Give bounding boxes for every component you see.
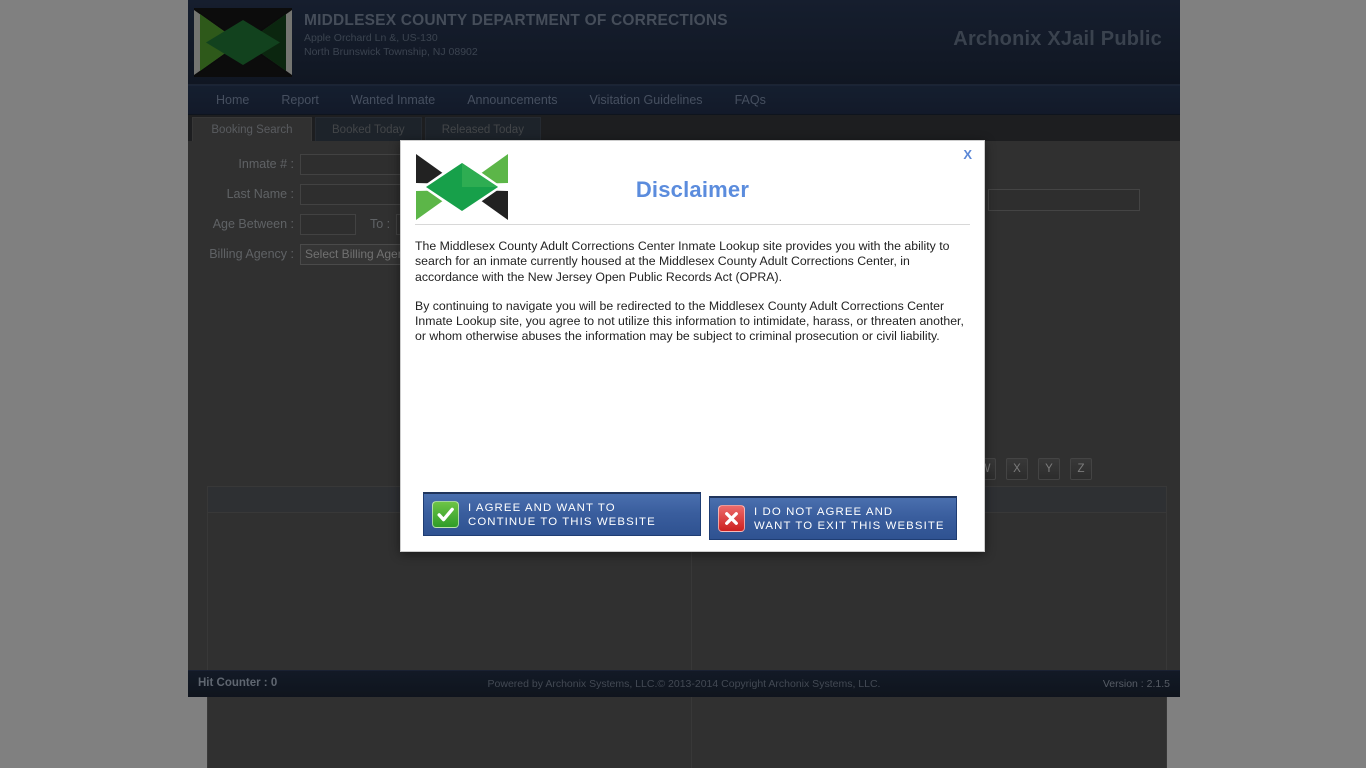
agree-button[interactable]: I AGREE AND WANT TO CONTINUE TO THIS WEB… — [423, 492, 701, 536]
age-between-label: Age Between : — [212, 217, 294, 231]
alpha-button-y[interactable]: Y — [1038, 458, 1060, 480]
version-label: Version : 2.1.5 — [1102, 678, 1170, 690]
site-header: MIDDLESEX COUNTY DEPARTMENT OF CORRECTIO… — [188, 0, 1180, 85]
billing-agency-label: Billing Agency : — [209, 247, 294, 261]
modal-header: Disclaimer — [401, 141, 984, 224]
header-titles: MIDDLESEX COUNTY DEPARTMENT OF CORRECTIO… — [304, 11, 728, 59]
modal-body: The Middlesex County Adult Corrections C… — [401, 225, 984, 345]
brand-title: Archonix XJail Public — [953, 28, 1162, 50]
modal-actions: I AGREE AND WANT TO CONTINUE TO THIS WEB… — [423, 492, 968, 540]
search-tabs: Booking Search Booked Today Released Tod… — [188, 115, 1180, 141]
tab-released-today[interactable]: Released Today — [424, 117, 541, 141]
nav-item-announcements[interactable]: Announcements — [451, 85, 573, 115]
age-to-label: To : — [370, 217, 391, 231]
address-line-2: North Brunswick Township, NJ 08902 — [304, 46, 478, 58]
modal-title: Disclaimer — [635, 177, 750, 202]
copyright-text: Powered by Archonix Systems, LLC.© 2013-… — [487, 678, 881, 690]
disagree-button-line-1: I DO NOT AGREE AND — [754, 505, 894, 518]
agree-button-label: I AGREE AND WANT TO CONTINUE TO THIS WEB… — [468, 501, 656, 529]
organization-title: MIDDLESEX COUNTY DEPARTMENT OF CORRECTIO… — [304, 12, 728, 29]
tab-booking-search[interactable]: Booking Search — [192, 117, 312, 141]
disagree-button[interactable]: I DO NOT AGREE AND WANT TO EXIT THIS WEB… — [709, 496, 957, 540]
disclaimer-paragraph-2: By continuing to navigate you will be re… — [415, 298, 964, 344]
disclaimer-modal: X Disclaimer The Middlesex County Adult … — [400, 140, 985, 552]
nav-item-wanted-inmate[interactable]: Wanted Inmate — [335, 85, 451, 115]
main-navigation: Home Report Wanted Inmate Announcements … — [188, 85, 1180, 115]
inmate-number-label: Inmate # : — [238, 157, 294, 171]
disagree-button-label: I DO NOT AGREE AND WANT TO EXIT THIS WEB… — [754, 505, 945, 533]
nav-item-report[interactable]: Report — [265, 85, 335, 115]
nav-item-visitation-guidelines[interactable]: Visitation Guidelines — [574, 85, 719, 115]
nav-item-home[interactable]: Home — [200, 85, 265, 115]
tab-booked-today[interactable]: Booked Today — [315, 117, 422, 141]
site-footer: Hit Counter : 0 Powered by Archonix Syst… — [188, 670, 1180, 697]
address-line-1: Apple Orchard Ln &, US-130 — [304, 32, 438, 44]
age-from-input[interactable] — [300, 213, 356, 235]
disagree-button-line-2: WANT TO EXIT THIS WEBSITE — [754, 519, 945, 532]
alphabet-filter-right: W X Y Z — [974, 458, 1092, 480]
disclaimer-paragraph-1: The Middlesex County Adult Corrections C… — [415, 239, 950, 284]
middlesex-corrections-logo-icon — [194, 8, 292, 77]
agree-button-line-2: CONTINUE TO THIS WEBSITE — [468, 515, 656, 528]
secondary-search-input[interactable] — [988, 189, 1140, 211]
cross-icon — [718, 505, 745, 532]
agree-button-line-1: I AGREE AND WANT TO — [468, 501, 616, 514]
nav-item-faqs[interactable]: FAQs — [719, 85, 782, 115]
alpha-button-x[interactable]: X — [1006, 458, 1028, 480]
check-icon — [432, 501, 459, 528]
last-name-label: Last Name : — [226, 187, 294, 201]
screenshot-root: MIDDLESEX COUNTY DEPARTMENT OF CORRECTIO… — [0, 0, 1366, 768]
alpha-button-z[interactable]: Z — [1070, 458, 1092, 480]
